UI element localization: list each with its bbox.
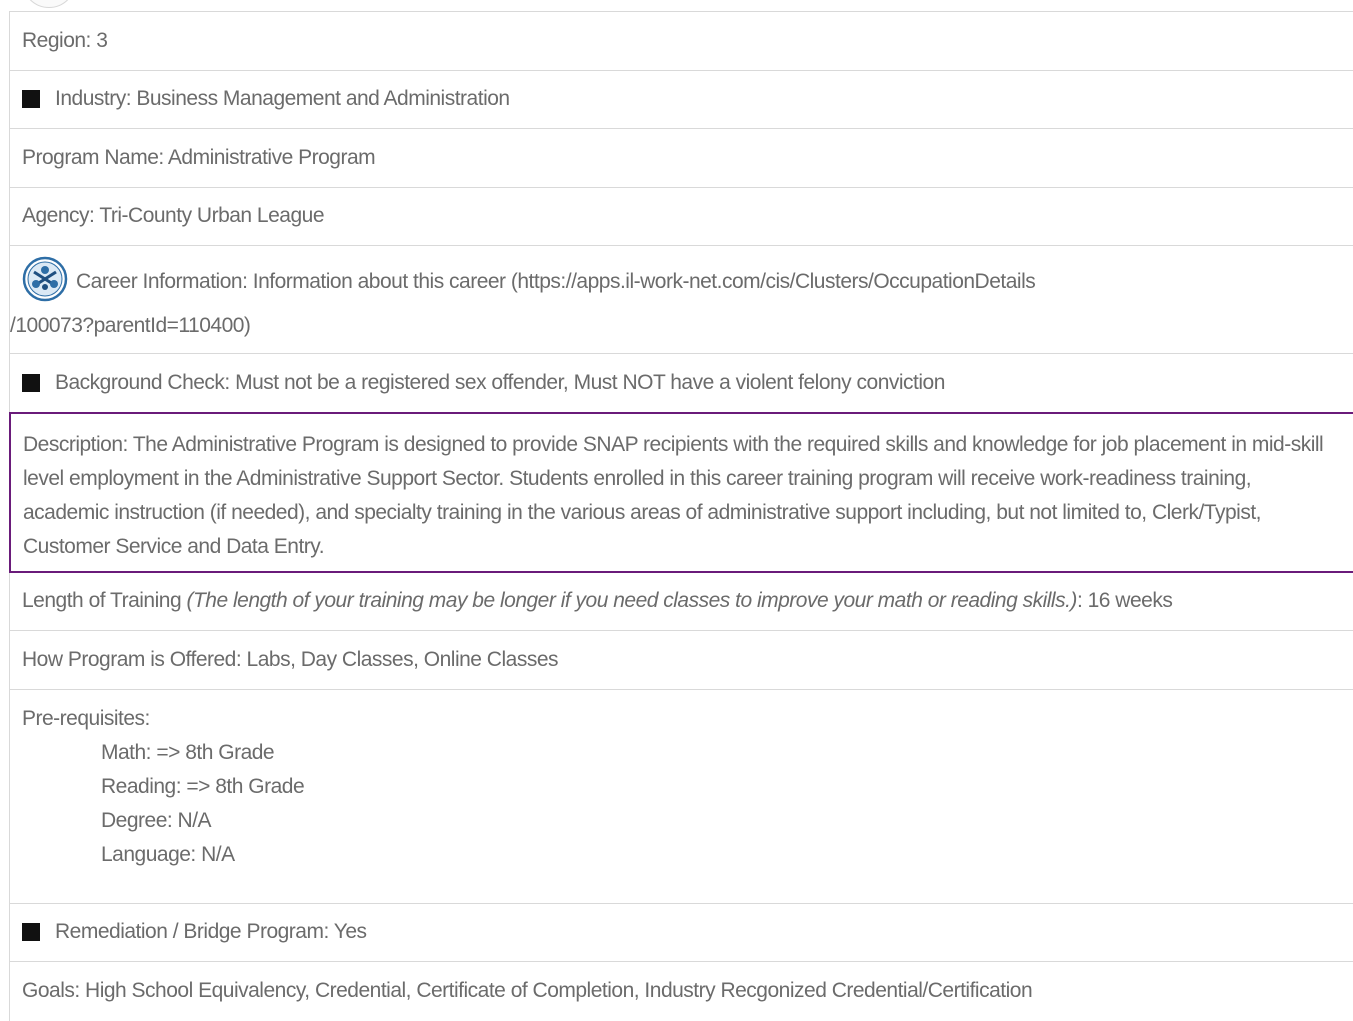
prereq-language: Language: N/A — [101, 842, 235, 866]
background-check-text: Background Check: Must not be a register… — [55, 370, 945, 394]
length-label: Length of Training — [22, 589, 187, 613]
how-offered-text: How Program is Offered: Labs, Day Classe… — [22, 647, 559, 671]
prerequisites-row: Pre-requisites: Math: => 8th Grade Readi… — [9, 689, 1353, 904]
industry-text: Industry: Business Management and Admini… — [55, 87, 510, 111]
agency-text: Agency: Tri-County Urban League — [22, 204, 325, 228]
industry-row: Industry: Business Management and Admini… — [9, 70, 1353, 129]
how-offered-row: How Program is Offered: Labs, Day Classe… — [9, 631, 1353, 690]
prerequisites-title: Pre-requisites: — [22, 706, 150, 730]
description-row: Description: The Administrative Program … — [9, 411, 1353, 573]
prereq-math: Math: => 8th Grade — [101, 740, 275, 764]
agency-row: Agency: Tri-County Urban League — [9, 187, 1353, 246]
career-cluster-logo-icon — [22, 256, 68, 302]
length-of-training-row: Length of Training (The length of your t… — [9, 572, 1353, 631]
career-info-link-continued[interactable]: /100073?parentId=110400) — [10, 314, 251, 337]
program-name-text: Program Name: Administrative Program — [22, 145, 376, 169]
region-row: Region: 3 — [9, 12, 1353, 71]
career-info-link[interactable]: Career Information: Information about th… — [76, 270, 1036, 293]
length-of-training-text: Length of Training (The length of your t… — [22, 589, 1173, 613]
length-note: (The length of your training may be long… — [186, 589, 1077, 613]
program-details-list: Region: 3 Industry: Business Management … — [9, 11, 1353, 1021]
prereq-degree: Degree: N/A — [101, 808, 212, 832]
black-square-icon — [22, 90, 40, 109]
black-square-icon — [22, 373, 40, 392]
goals-text: Goals: High School Equivalency, Credenti… — [22, 979, 1033, 1003]
remediation-text: Remediation / Bridge Program: Yes — [55, 920, 367, 944]
prereq-reading: Reading: => 8th Grade — [101, 774, 305, 798]
region-text: Region: 3 — [22, 28, 108, 52]
program-name-row: Program Name: Administrative Program — [9, 129, 1353, 188]
length-value: : 16 weeks — [1076, 589, 1173, 613]
top-logo-fragment — [22, 0, 76, 8]
background-check-row: Background Check: Must not be a register… — [9, 354, 1353, 413]
black-square-icon — [22, 923, 40, 942]
description-text: Description: The Administrative Program … — [23, 432, 1324, 558]
career-information-row: Career Information: Information about th… — [9, 246, 1353, 354]
remediation-row: Remediation / Bridge Program: Yes — [9, 903, 1353, 962]
goals-row: Goals: High School Equivalency, Credenti… — [9, 962, 1353, 1021]
